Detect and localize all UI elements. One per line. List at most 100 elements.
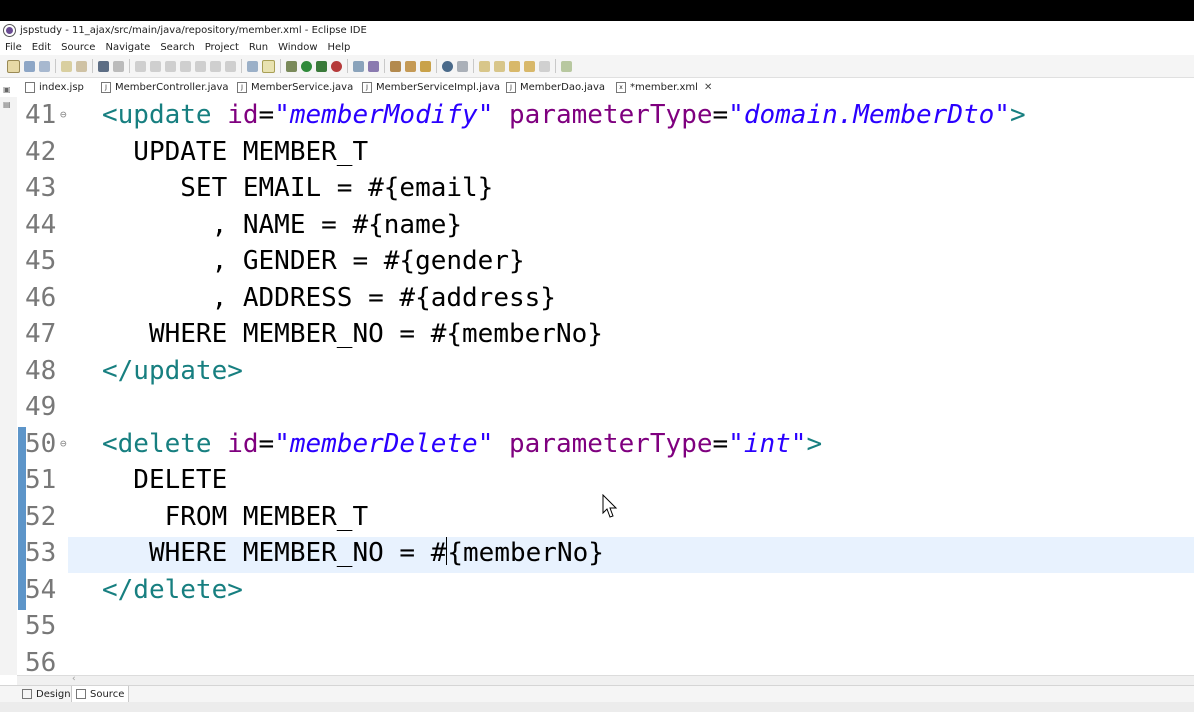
line-number: 56 (25, 647, 57, 676)
fold-toggle-icon[interactable]: ⊖ (60, 426, 67, 462)
fold-toggle-icon[interactable]: ⊖ (60, 97, 67, 133)
menu-project[interactable]: Project (200, 42, 244, 53)
annotation-icon[interactable] (457, 60, 468, 72)
tab-source[interactable]: Source (71, 686, 130, 702)
open-task-icon[interactable] (405, 60, 416, 72)
menu-source[interactable]: Source (56, 42, 100, 53)
package-explorer-icon[interactable]: ▤ (3, 100, 13, 110)
code-line[interactable]: 53 WHERE MEMBER_NO = #{memberNo} (17, 535, 1194, 571)
line-content: SET EMAIL = #{email} (102, 170, 493, 206)
tab-member-controller[interactable]: J MemberController.java (101, 78, 229, 97)
code-token: "memberModify" (274, 100, 494, 130)
skip-breakpoints-icon[interactable] (113, 60, 124, 72)
save-icon[interactable] (24, 60, 35, 72)
window-title-bar: jspstudy - 11_ajax/src/main/java/reposit… (0, 21, 1194, 39)
line-number: 45 (25, 246, 57, 276)
os-top-bar (0, 0, 1194, 21)
tab-design[interactable]: Design (22, 686, 75, 702)
menu-window[interactable]: Window (273, 42, 322, 53)
code-line[interactable]: 45 , GENDER = #{gender} (17, 243, 1194, 279)
step-over-icon[interactable] (210, 60, 221, 72)
line-number: 53 (25, 538, 57, 568)
debug-icon[interactable] (286, 60, 297, 72)
menu-navigate[interactable]: Navigate (100, 42, 155, 53)
close-icon[interactable]: ✕ (704, 82, 712, 93)
scroll-left-icon[interactable]: ‹ (72, 674, 76, 684)
back-icon[interactable] (524, 60, 535, 72)
restore-view-icon[interactable]: ▣ (3, 85, 13, 95)
code-line[interactable]: 46 , ADDRESS = #{address} (17, 280, 1194, 316)
code-line[interactable]: 51 DELETE (17, 462, 1194, 498)
code-line[interactable]: 47 WHERE MEMBER_NO = #{memberNo} (17, 316, 1194, 352)
window-title: jspstudy - 11_ajax/src/main/java/reposit… (20, 24, 367, 36)
step-into-icon[interactable] (195, 60, 206, 72)
tab-member-dao[interactable]: J MemberDao.java (506, 78, 605, 97)
tab-member-service-impl[interactable]: J MemberServiceImpl.java (362, 78, 500, 97)
build-icon[interactable] (61, 60, 72, 72)
code-token: <delete (102, 428, 228, 459)
design-icon (22, 689, 32, 699)
step-return-icon[interactable] (225, 60, 236, 72)
menu-edit[interactable]: Edit (27, 42, 56, 53)
globe-icon[interactable] (442, 60, 453, 72)
code-token: "domain.MemberDto" (728, 100, 1010, 130)
tab-member-service[interactable]: J MemberService.java (237, 78, 353, 97)
code-line[interactable]: 43 SET EMAIL = #{email} (17, 170, 1194, 206)
clean-icon[interactable] (76, 60, 87, 72)
menu-file[interactable]: File (0, 42, 27, 53)
external-tools-icon[interactable] (316, 60, 327, 72)
previous-annotation-icon[interactable] (494, 60, 505, 72)
menu-help[interactable]: Help (323, 42, 356, 53)
code-token: WHERE MEMBER_NO = #{memberNo} (102, 319, 603, 349)
code-token: = (712, 100, 729, 130)
code-token: <update (102, 100, 228, 130)
line-number: 54 (25, 574, 57, 605)
code-line[interactable]: 54 </delete> (17, 572, 1194, 608)
code-token: id (227, 428, 259, 459)
new-icon[interactable] (7, 59, 20, 73)
last-edit-icon[interactable] (509, 60, 520, 72)
menu-bar: File Edit Source Navigate Search Project Run Wi… (0, 39, 1194, 55)
line-number: 46 (25, 282, 57, 313)
tab-label: *member.xml (630, 82, 698, 93)
code-token: = (258, 100, 275, 130)
search-icon[interactable] (420, 60, 431, 72)
source-icon (76, 689, 86, 699)
line-content: <delete id="memberDelete" parameterType=… (102, 426, 822, 462)
code-token: </delete> (102, 574, 243, 605)
code-editor[interactable]: 41 ⊖ <update id="memberModify" parameterTy… (17, 97, 1194, 675)
run-icon[interactable] (301, 60, 312, 72)
coverage-icon[interactable] (331, 60, 342, 72)
code-line[interactable]: 56 (17, 645, 1194, 676)
pin-editor-icon[interactable] (561, 60, 572, 72)
new-java-project-icon[interactable] (353, 60, 364, 72)
code-token: "memberDelete" (274, 428, 494, 459)
suspend-icon[interactable] (150, 60, 161, 72)
toolbar-separator (436, 59, 437, 73)
code-line[interactable]: 48 </update> (17, 353, 1194, 389)
new-package-icon[interactable] (368, 60, 379, 72)
code-line[interactable]: 42 UPDATE MEMBER_T (17, 134, 1194, 170)
toggle-mark-icon[interactable] (247, 60, 258, 72)
open-type-icon[interactable] (390, 60, 401, 72)
code-token: </update> (102, 355, 243, 386)
tab-member-xml[interactable]: x *member.xml ✕ (616, 78, 721, 97)
code-line[interactable]: 41 ⊖ <update id="memberModify" parameterTy… (17, 97, 1194, 133)
code-line[interactable]: 44 , NAME = #{name} (17, 207, 1194, 243)
menu-search[interactable]: Search (155, 42, 199, 53)
resume-icon[interactable] (135, 60, 146, 72)
tab-label: MemberServiceImpl.java (376, 82, 501, 93)
code-line[interactable]: 50 ⊖ <delete id="memberDelete" parameterTy… (17, 426, 1194, 462)
code-line[interactable]: 55 (17, 608, 1194, 644)
code-line[interactable]: 49 (17, 389, 1194, 425)
save-all-icon[interactable] (39, 60, 50, 72)
terminal-icon[interactable] (98, 60, 109, 72)
next-annotation-icon[interactable] (479, 60, 490, 72)
code-token: id (227, 100, 259, 130)
forward-icon[interactable] (539, 60, 550, 72)
menu-run[interactable]: Run (244, 42, 273, 53)
terminate-icon[interactable] (165, 60, 176, 72)
tab-index-jsp[interactable]: index.jsp (25, 78, 84, 97)
disconnect-icon[interactable] (180, 60, 191, 72)
block-selection-icon[interactable] (262, 59, 275, 73)
